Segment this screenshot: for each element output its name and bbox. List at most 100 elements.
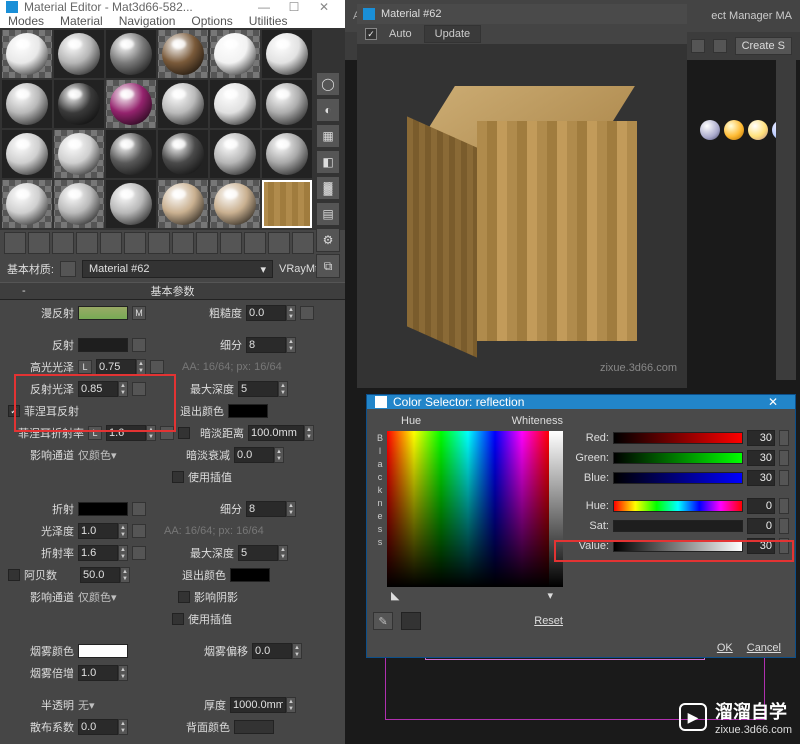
channel-value-input[interactable] (747, 450, 775, 466)
spinner-arrows[interactable] (779, 518, 789, 534)
tool-icon[interactable] (76, 232, 98, 254)
thickness-input[interactable] (230, 697, 286, 713)
material-sample-slot[interactable] (54, 130, 104, 178)
material-sample-slot[interactable] (106, 130, 156, 178)
rollout-header-basic[interactable]: - 基本参数 (0, 282, 345, 300)
reflect-swatch[interactable] (78, 338, 128, 352)
map-button[interactable] (300, 306, 314, 320)
fogmult-input[interactable] (78, 665, 118, 681)
sun-icon[interactable] (724, 120, 744, 140)
tool-icon[interactable]: ▤ (316, 202, 340, 226)
spinner-arrows[interactable] (779, 498, 789, 514)
tool-icon[interactable] (28, 232, 50, 254)
roughness-input[interactable] (246, 305, 286, 321)
tool-icon[interactable]: ◯ (316, 72, 340, 96)
spinner-arrows[interactable] (779, 470, 789, 486)
material-sample-slot[interactable] (54, 30, 104, 78)
map-button[interactable] (150, 360, 164, 374)
exitcolor-swatch[interactable] (228, 404, 268, 418)
fogmult-spinner[interactable]: ▲▼ (78, 665, 128, 681)
map-button[interactable] (132, 502, 146, 516)
cancel-button[interactable]: Cancel (747, 642, 781, 654)
channel-value-input[interactable] (747, 430, 775, 446)
backcolor-swatch[interactable] (234, 720, 274, 734)
material-sample-slot[interactable] (106, 80, 156, 128)
material-sample-slot[interactable] (2, 180, 52, 228)
tool-icon[interactable] (244, 232, 266, 254)
subdiv-input[interactable] (246, 337, 286, 353)
subdiv-spinner[interactable]: ▲▼ (246, 337, 296, 353)
map-button[interactable] (132, 338, 146, 352)
lock-button[interactable]: L (78, 360, 92, 374)
tool-icon[interactable] (713, 39, 727, 53)
material-sample-slot[interactable] (262, 80, 312, 128)
tool-icon[interactable] (691, 39, 705, 53)
dimdist-spinner[interactable]: ▲▼ (248, 425, 314, 441)
tool-icon[interactable] (172, 232, 194, 254)
channel-slider[interactable] (613, 540, 743, 552)
material-sample-slot[interactable] (262, 30, 312, 78)
maxdepth-input[interactable] (238, 381, 278, 397)
fresnelior-spinner[interactable]: ▲▼ (106, 425, 156, 441)
spinner-arrows[interactable] (779, 450, 789, 466)
close-button[interactable]: ✕ (759, 395, 787, 409)
tool-icon[interactable]: ◐ (316, 98, 340, 122)
tool-icon[interactable] (52, 232, 74, 254)
material-sample-slot[interactable] (158, 80, 208, 128)
spinner-arrows[interactable] (779, 538, 789, 554)
eyedropper-icon[interactable]: ✎ (373, 612, 393, 630)
map-button[interactable]: M (132, 306, 146, 320)
channel-value-input[interactable] (747, 498, 775, 514)
material-sample-slot[interactable] (2, 80, 52, 128)
subdiv2-spinner[interactable]: ▲▼ (246, 501, 296, 517)
spinner-arrows[interactable] (779, 430, 789, 446)
channel-slider[interactable] (613, 500, 743, 512)
material-sample-slot[interactable] (2, 130, 52, 178)
maxdepth2-input[interactable] (238, 545, 278, 561)
thickness-spinner[interactable]: ▲▼ (230, 697, 296, 713)
maximize-button[interactable]: ☐ (279, 0, 309, 14)
hue-saturation-picker[interactable] (387, 431, 549, 587)
tool-icon[interactable]: ⧉ (316, 254, 340, 278)
current-color-swatch[interactable] (401, 612, 421, 630)
map-button[interactable] (132, 382, 146, 396)
subdiv2-input[interactable] (246, 501, 286, 517)
tool-icon[interactable] (220, 232, 242, 254)
close-button[interactable]: ✕ (309, 0, 339, 14)
channel-slider[interactable] (613, 520, 743, 532)
tool-icon[interactable] (4, 232, 26, 254)
tool-icon[interactable] (292, 232, 314, 254)
roughness-spinner[interactable]: ▲▼ (246, 305, 296, 321)
menu-modes[interactable]: Modes (8, 14, 44, 28)
channel-value-input[interactable] (747, 518, 775, 534)
dimfall-input[interactable] (234, 447, 274, 463)
glossy-spinner[interactable]: ▲▼ (78, 523, 128, 539)
dimdist-checkbox[interactable] (178, 427, 190, 439)
tool-icon[interactable] (268, 232, 290, 254)
tool-icon[interactable]: ⚙ (316, 228, 340, 252)
refract-swatch[interactable] (78, 502, 128, 516)
menu-options[interactable]: Options (191, 14, 232, 28)
channel-value-input[interactable] (747, 470, 775, 486)
abbe-input[interactable] (80, 567, 120, 583)
scatter-spinner[interactable]: ▲▼ (78, 719, 128, 735)
dimdist-input[interactable] (248, 425, 304, 441)
affect-channel-dropdown[interactable]: 仅颜色▾ (78, 447, 148, 463)
tool-icon[interactable]: ▦ (316, 124, 340, 148)
fogcolor-swatch[interactable] (78, 644, 128, 658)
material-name-dropdown[interactable]: Material #62▾ (82, 260, 273, 278)
menu-navigation[interactable]: Navigation (119, 14, 176, 28)
pick-icon[interactable] (60, 261, 76, 277)
tool-icon[interactable] (148, 232, 170, 254)
glossy-input[interactable] (78, 523, 118, 539)
maxdepth-spinner[interactable]: ▲▼ (238, 381, 288, 397)
material-sample-slot[interactable] (262, 130, 312, 178)
channel-slider[interactable] (613, 452, 743, 464)
material-sample-slot[interactable] (106, 180, 156, 228)
channel-value-input[interactable] (747, 538, 775, 554)
fresnelior-input[interactable] (106, 425, 146, 441)
material-sample-slot[interactable] (158, 180, 208, 228)
tool-icon[interactable]: ▓ (316, 176, 340, 200)
fogbias-spinner[interactable]: ▲▼ (252, 643, 302, 659)
dimfall-spinner[interactable]: ▲▼ (234, 447, 284, 463)
